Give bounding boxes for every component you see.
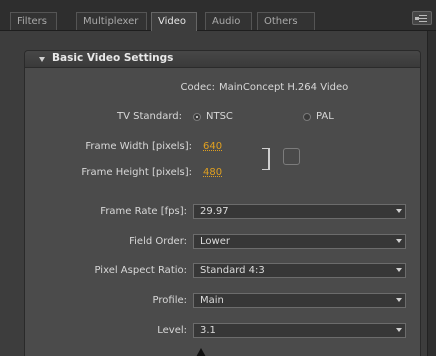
- field-order-value: Lower: [200, 236, 230, 247]
- panel-menu-button[interactable]: [412, 11, 432, 25]
- field-order-label: Field Order:: [129, 236, 187, 247]
- level-dropdown[interactable]: 3.1: [193, 323, 406, 338]
- link-bracket: [262, 148, 270, 170]
- frame-rate-value: 29.97: [200, 206, 229, 217]
- pal-radio[interactable]: [303, 113, 311, 121]
- frame-height-value[interactable]: 480: [203, 167, 222, 178]
- pixel-aspect-ratio-label: Pixel Aspect Ratio:: [94, 265, 188, 276]
- codec-value: MainConcept H.264 Video: [219, 82, 349, 93]
- scrollbar[interactable]: [427, 31, 436, 356]
- section-title: Basic Video Settings: [52, 52, 174, 64]
- pal-label[interactable]: PAL: [316, 111, 334, 122]
- chevron-down-icon: [396, 239, 402, 243]
- profile-label: Profile:: [152, 295, 187, 306]
- profile-dropdown[interactable]: Main: [193, 293, 406, 308]
- profile-value: Main: [200, 295, 224, 306]
- menu-line-icon: [419, 18, 427, 19]
- frame-width-label: Frame Width [pixels]:: [85, 141, 192, 152]
- level-value: 3.1: [200, 325, 216, 336]
- ntsc-label[interactable]: NTSC: [206, 111, 233, 122]
- pixel-aspect-ratio-value: Standard 4:3: [200, 265, 265, 276]
- chevron-down-icon: [396, 268, 402, 272]
- codec-label: Codec:: [180, 82, 215, 93]
- frame-rate-label: Frame Rate [fps]:: [100, 206, 187, 217]
- chevron-down-icon: [396, 209, 402, 213]
- menu-line-icon: [419, 15, 427, 16]
- chevron-down-icon: [396, 298, 402, 302]
- pixel-aspect-ratio-dropdown[interactable]: Standard 4:3: [193, 263, 406, 278]
- chevron-down-icon: [396, 328, 402, 332]
- menu-line-icon: [419, 21, 427, 22]
- tv-standard-label: TV Standard:: [117, 111, 182, 122]
- mouse-cursor-icon: [196, 348, 206, 356]
- frame-height-label: Frame Height [pixels]:: [81, 167, 192, 178]
- basic-video-settings-panel: Basic Video Settings: [24, 50, 421, 356]
- field-order-dropdown[interactable]: Lower: [193, 234, 406, 249]
- tab-filters[interactable]: Filters: [10, 12, 57, 30]
- section-header[interactable]: Basic Video Settings: [25, 51, 420, 68]
- collapse-triangle-icon[interactable]: [39, 57, 45, 62]
- tab-multiplexer[interactable]: Multiplexer: [76, 12, 147, 30]
- export-settings-window: Filters Multiplexer Video Audio Others B…: [0, 0, 436, 356]
- frame-rate-dropdown[interactable]: 29.97: [193, 204, 406, 219]
- tab-video[interactable]: Video: [151, 12, 197, 31]
- level-label: Level:: [157, 325, 187, 336]
- tab-others[interactable]: Others: [257, 12, 315, 30]
- tab-bar: Filters Multiplexer Video Audio Others: [0, 0, 436, 31]
- link-dimensions-checkbox[interactable]: [283, 148, 300, 165]
- ntsc-radio[interactable]: [193, 113, 201, 121]
- tab-audio[interactable]: Audio: [205, 12, 252, 30]
- frame-width-value[interactable]: 640: [203, 141, 222, 152]
